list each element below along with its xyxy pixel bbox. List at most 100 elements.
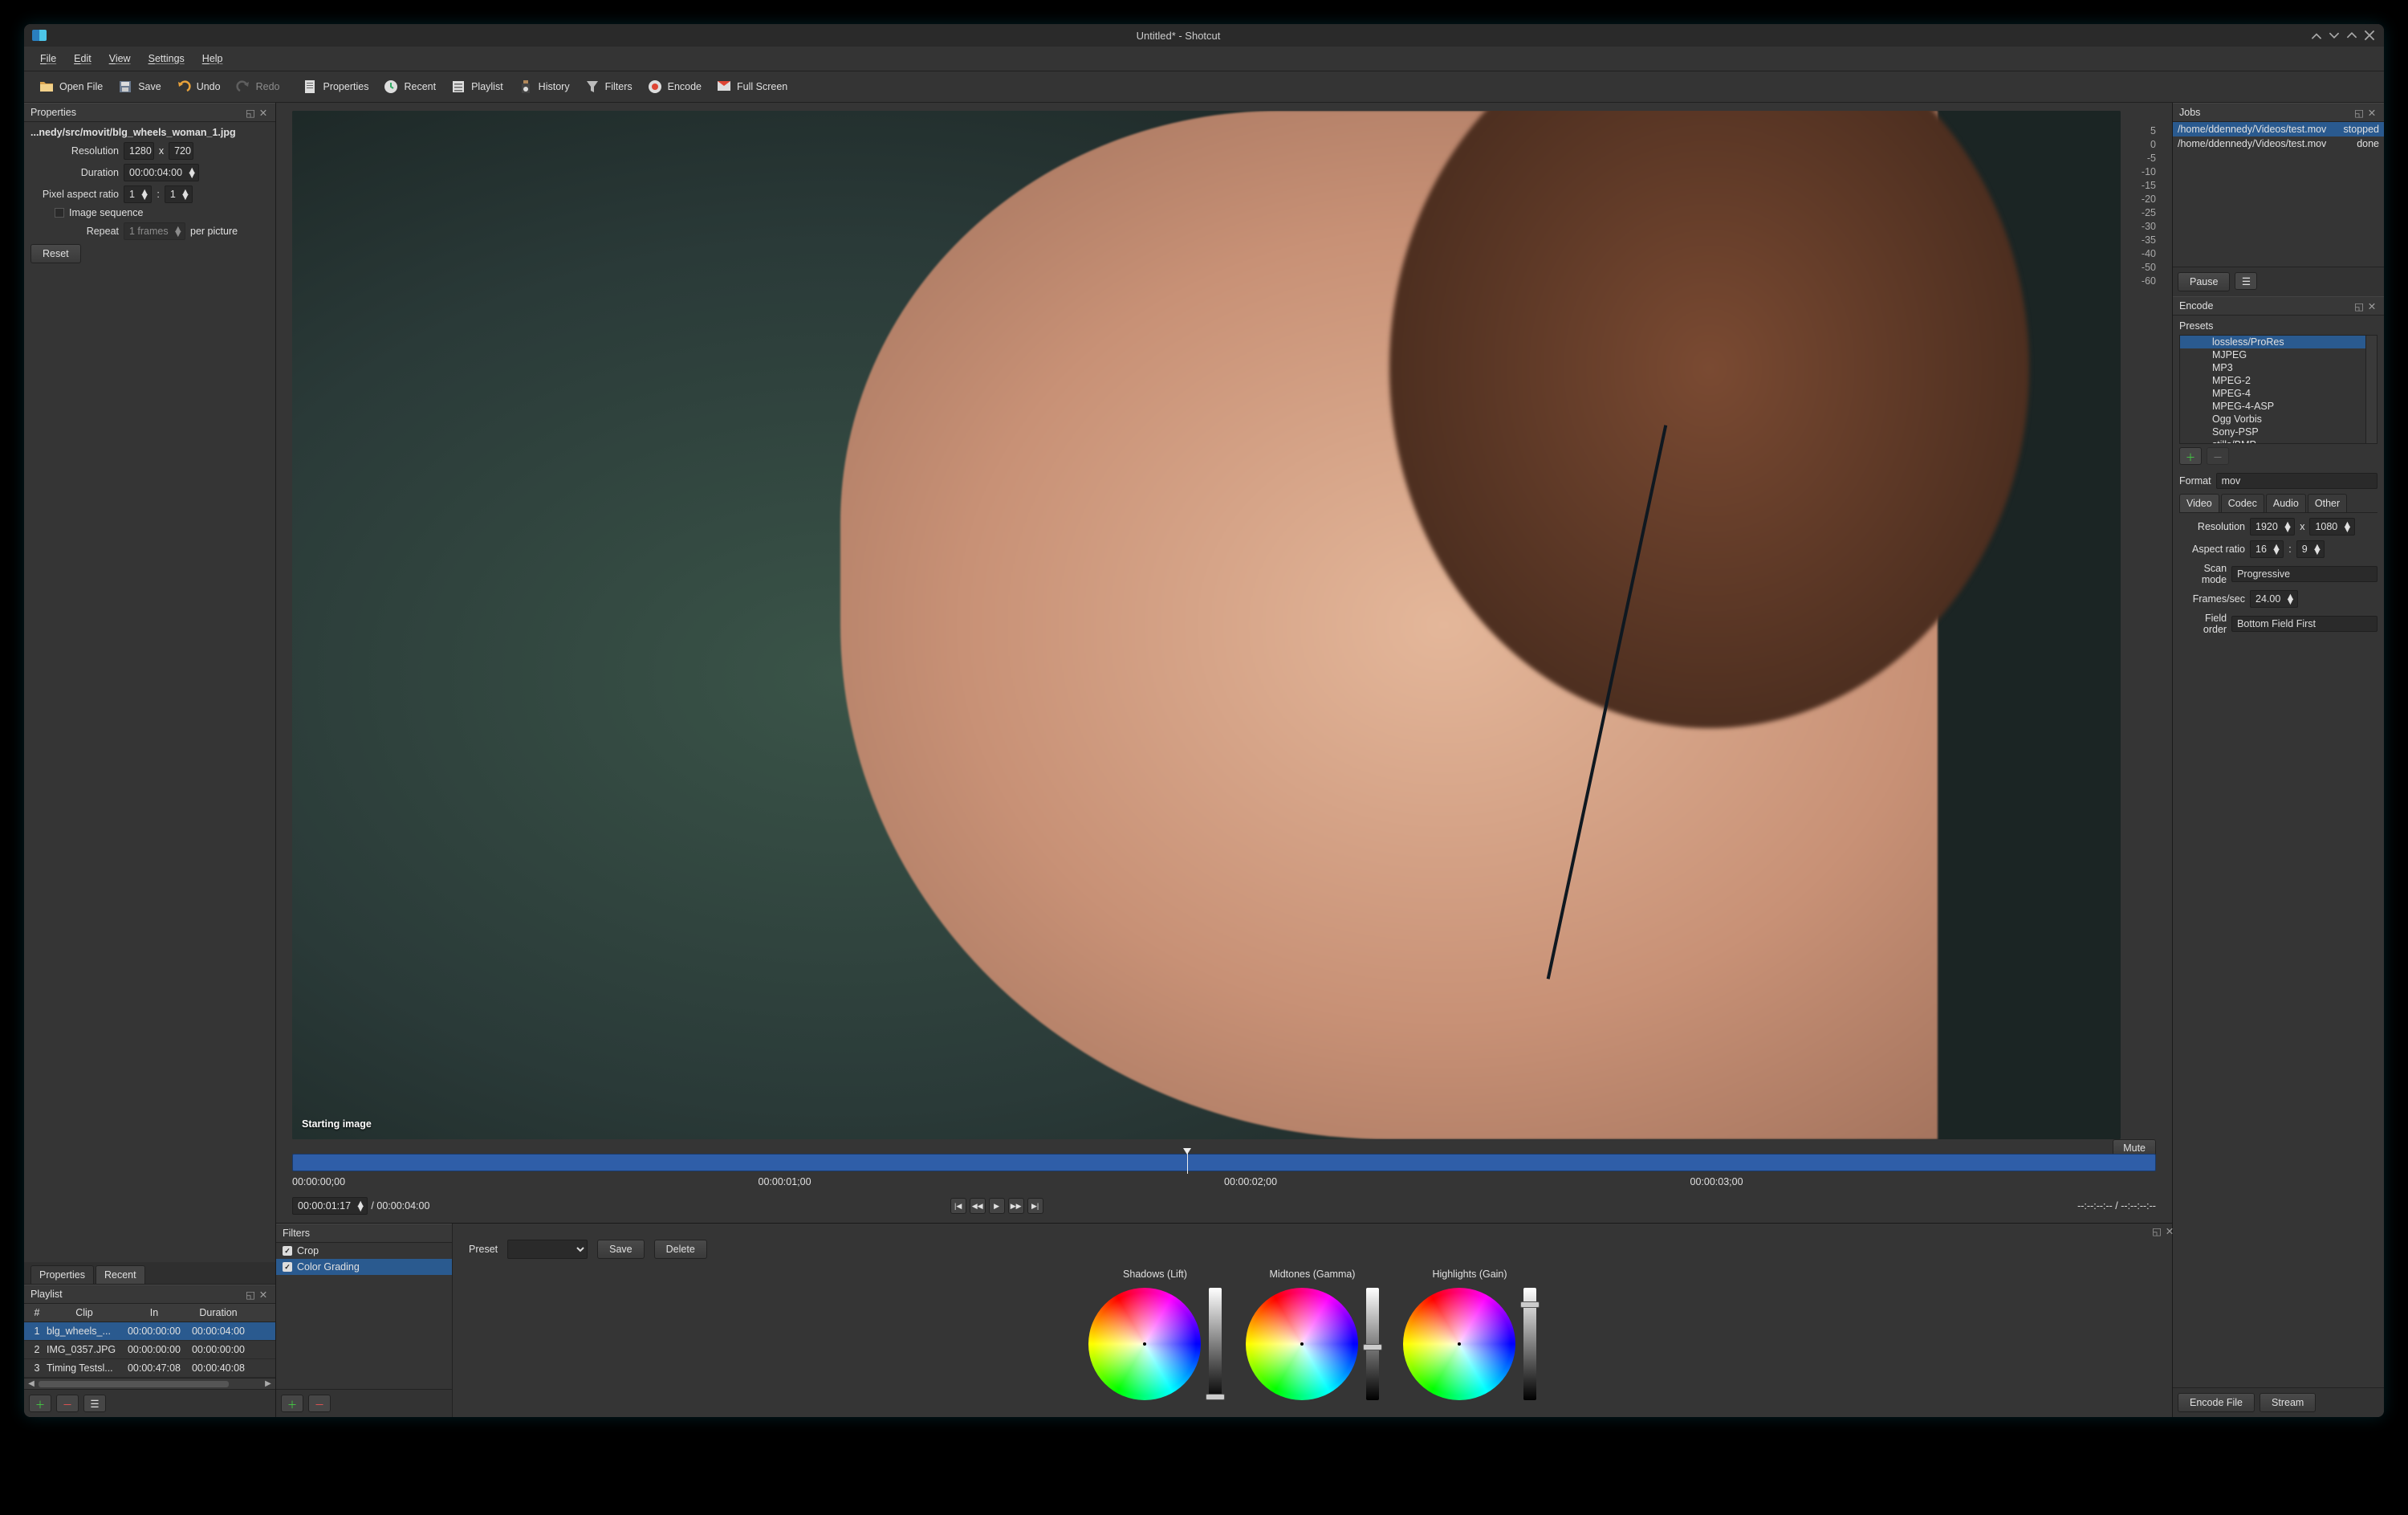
dock-icon[interactable]: ◱ bbox=[2151, 1225, 2162, 1236]
encode-file-button[interactable]: Encode File bbox=[2178, 1393, 2255, 1412]
par-a-input[interactable]: 1▲▼ bbox=[124, 185, 152, 203]
menu-view[interactable]: View bbox=[101, 50, 139, 67]
preset-item[interactable]: lossless/ProRes bbox=[2180, 336, 2377, 348]
enc-ar-a-input[interactable]: 16▲▼ bbox=[2250, 540, 2284, 558]
par-b-input[interactable]: 1▲▼ bbox=[165, 185, 193, 203]
playlist-row[interactable]: 1blg_wheels_...00:00:00:0000:00:04:00 bbox=[24, 1322, 275, 1341]
fps-input[interactable]: 24.00▲▼ bbox=[2250, 590, 2298, 608]
redo-button[interactable]: Redo bbox=[229, 75, 287, 98]
preset-remove-button[interactable]: － bbox=[2207, 447, 2229, 465]
play-button[interactable]: ▶ bbox=[989, 1198, 1005, 1214]
jobs-menu-button[interactable]: ☰ bbox=[2235, 272, 2257, 290]
preset-item[interactable]: MP3 bbox=[2180, 361, 2377, 374]
undo-button[interactable]: Undo bbox=[169, 75, 227, 98]
playlist-menu-button[interactable]: ☰ bbox=[83, 1395, 106, 1412]
duration-input[interactable]: 00:00:04:00▲▼ bbox=[124, 164, 199, 181]
checkbox-icon[interactable]: ✓ bbox=[283, 1262, 292, 1272]
skip-next-button[interactable]: ▶| bbox=[1027, 1198, 1043, 1214]
preset-select[interactable] bbox=[507, 1240, 588, 1259]
encode-tab[interactable]: Audio bbox=[2266, 494, 2306, 512]
preset-item[interactable]: Sony-PSP bbox=[2180, 426, 2377, 438]
preset-delete-button[interactable]: Delete bbox=[654, 1240, 707, 1259]
filter-remove-button[interactable]: － bbox=[308, 1395, 331, 1412]
color-wheel[interactable] bbox=[1088, 1288, 1201, 1400]
enc-height-input[interactable]: 1080▲▼ bbox=[2309, 518, 2354, 536]
enc-ar-b-input[interactable]: 9▲▼ bbox=[2296, 540, 2325, 558]
maximize-down-button[interactable] bbox=[2328, 29, 2341, 42]
playlist-button[interactable]: Playlist bbox=[444, 75, 510, 98]
forward-button[interactable]: ▶▶ bbox=[1008, 1198, 1024, 1214]
playhead[interactable] bbox=[1187, 1151, 1188, 1174]
filter-add-button[interactable]: ＋ bbox=[281, 1395, 303, 1412]
rewind-button[interactable]: ◀◀ bbox=[970, 1198, 986, 1214]
preset-add-button[interactable]: ＋ bbox=[2179, 447, 2202, 465]
menu-settings[interactable]: Settings bbox=[140, 50, 193, 67]
open-file-button[interactable]: Open File bbox=[32, 75, 109, 98]
preset-item[interactable]: MPEG-2 bbox=[2180, 374, 2377, 387]
preset-save-button[interactable]: Save bbox=[597, 1240, 645, 1259]
image-sequence-checkbox[interactable] bbox=[55, 208, 64, 218]
scan-mode-select[interactable]: Progressive bbox=[2231, 566, 2377, 582]
luma-slider[interactable] bbox=[1523, 1288, 1536, 1400]
job-row[interactable]: /home/ddennedy/Videos/test.movdone bbox=[2173, 136, 2384, 151]
field-order-select[interactable]: Bottom Field First bbox=[2231, 616, 2377, 632]
video-preview[interactable]: Starting image bbox=[292, 111, 2121, 1139]
dock-icon[interactable]: ◱ bbox=[2353, 107, 2365, 118]
save-button[interactable]: Save bbox=[111, 75, 168, 98]
preset-item[interactable]: MPEG-4 bbox=[2180, 387, 2377, 400]
timeline-track[interactable] bbox=[292, 1154, 2156, 1171]
format-select[interactable]: mov bbox=[2216, 473, 2377, 489]
job-row[interactable]: /home/ddennedy/Videos/test.movstopped bbox=[2173, 122, 2384, 136]
enc-width-input[interactable]: 1920▲▼ bbox=[2250, 518, 2295, 536]
resolution-height-input[interactable]: 720 bbox=[169, 142, 193, 160]
playlist-scrollbar[interactable]: ◀▶ bbox=[24, 1378, 275, 1389]
encode-button[interactable]: Encode bbox=[641, 75, 708, 98]
color-wheel[interactable] bbox=[1403, 1288, 1515, 1400]
properties-button[interactable]: Properties bbox=[295, 75, 375, 98]
wheel-dot[interactable] bbox=[1143, 1342, 1146, 1346]
menu-file[interactable]: File bbox=[32, 50, 64, 67]
encode-tab[interactable]: Codec bbox=[2221, 494, 2264, 512]
wheel-dot[interactable] bbox=[1300, 1342, 1304, 1346]
fullscreen-button[interactable]: Full Screen bbox=[710, 75, 794, 98]
close-icon[interactable]: ✕ bbox=[2366, 300, 2377, 312]
recent-button[interactable]: Recent bbox=[376, 75, 442, 98]
checkbox-icon[interactable]: ✓ bbox=[283, 1246, 292, 1256]
presets-scrollbar[interactable] bbox=[2365, 336, 2377, 443]
history-button[interactable]: History bbox=[511, 75, 576, 98]
close-icon[interactable]: ✕ bbox=[2366, 107, 2377, 118]
dock-icon[interactable]: ◱ bbox=[2353, 300, 2365, 312]
filter-item[interactable]: ✓Crop bbox=[276, 1243, 452, 1259]
filter-item[interactable]: ✓Color Grading bbox=[276, 1259, 452, 1275]
maximize-up-button[interactable] bbox=[2345, 29, 2358, 42]
playlist-row[interactable]: 3Timing Testsl...00:00:47:0800:00:40:08 bbox=[24, 1359, 275, 1378]
close-button[interactable] bbox=[2363, 29, 2376, 42]
reset-button[interactable]: Reset bbox=[31, 244, 81, 263]
menu-help[interactable]: Help bbox=[194, 50, 231, 67]
playlist-remove-button[interactable]: － bbox=[56, 1395, 79, 1412]
resolution-width-input[interactable]: 1280 bbox=[124, 142, 154, 160]
encode-tab[interactable]: Video bbox=[2179, 494, 2219, 512]
stream-button[interactable]: Stream bbox=[2260, 1393, 2316, 1412]
luma-slider[interactable] bbox=[1366, 1288, 1379, 1400]
tab-properties[interactable]: Properties bbox=[31, 1265, 94, 1284]
dock-icon[interactable]: ◱ bbox=[245, 107, 256, 118]
close-icon[interactable]: ✕ bbox=[258, 107, 269, 118]
pause-button[interactable]: Pause bbox=[2178, 272, 2230, 291]
skip-prev-button[interactable]: |◀ bbox=[950, 1198, 966, 1214]
dock-icon[interactable]: ◱ bbox=[245, 1289, 256, 1300]
close-icon[interactable]: ✕ bbox=[258, 1289, 269, 1300]
encode-tab[interactable]: Other bbox=[2308, 494, 2347, 512]
tab-recent[interactable]: Recent bbox=[96, 1265, 145, 1284]
close-icon[interactable]: ✕ bbox=[2164, 1225, 2175, 1236]
preset-item[interactable]: MJPEG bbox=[2180, 348, 2377, 361]
preset-item[interactable]: Ogg Vorbis bbox=[2180, 413, 2377, 426]
playlist-add-button[interactable]: ＋ bbox=[29, 1395, 51, 1412]
menu-edit[interactable]: Edit bbox=[66, 50, 100, 67]
preset-item[interactable]: stills/BMP bbox=[2180, 438, 2377, 444]
luma-slider[interactable] bbox=[1209, 1288, 1222, 1400]
color-wheel[interactable] bbox=[1246, 1288, 1358, 1400]
current-time-input[interactable]: 00:00:01:17▲▼ bbox=[292, 1197, 368, 1215]
timeline[interactable]: 00:00:00;0000:00:01;0000:00:02;0000:00:0… bbox=[276, 1154, 2172, 1194]
minimize-button[interactable] bbox=[2310, 29, 2323, 42]
